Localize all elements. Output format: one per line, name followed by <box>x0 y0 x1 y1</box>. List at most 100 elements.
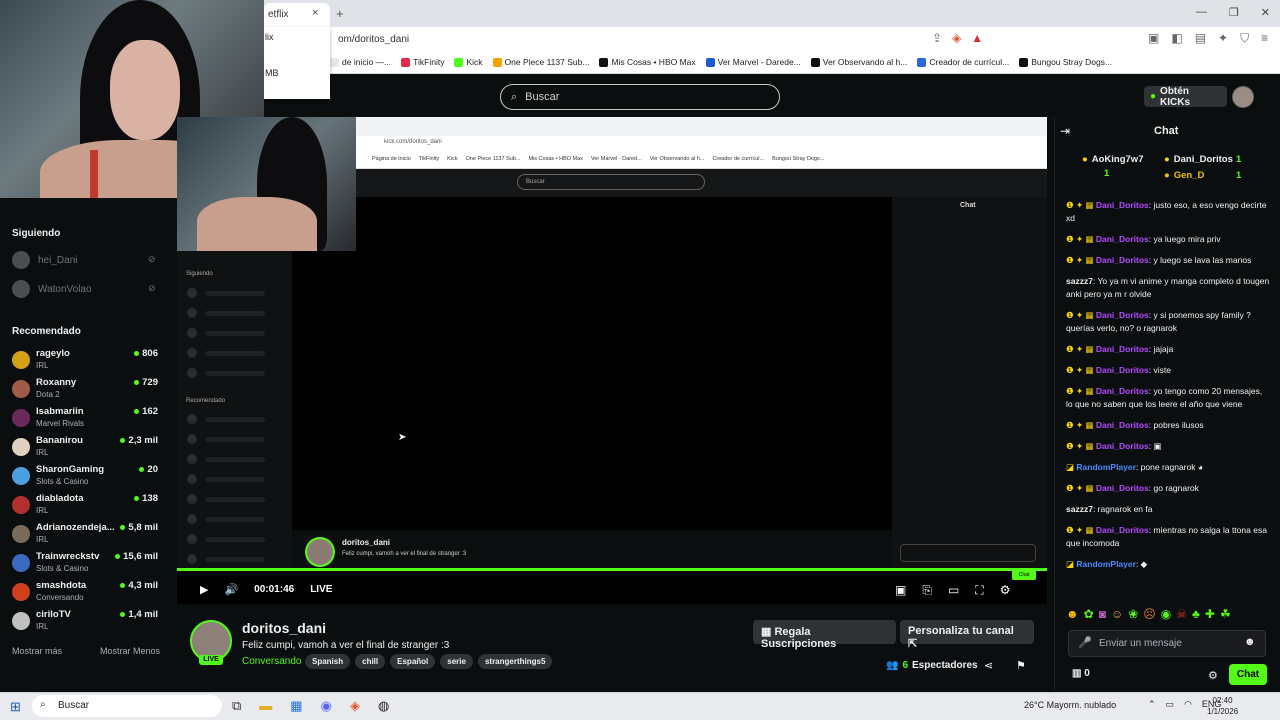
bookmark-item[interactable]: Creador de currícul... <box>917 57 1009 67</box>
chat-username[interactable]: Dani_Doritos <box>1096 525 1149 535</box>
sidebar-item-recommended[interactable]: Isabmariin Marvel Rivals 162 <box>12 406 162 435</box>
chat-username[interactable]: Dani_Doritos <box>1096 386 1149 396</box>
reader-icon[interactable]: ▣ <box>1148 31 1159 46</box>
bookmark-item[interactable]: Kick <box>454 57 483 67</box>
bookmark-item[interactable]: One Piece 1137 Sub... <box>492 57 589 67</box>
obs-icon[interactable]: ◍ <box>378 698 389 714</box>
progress-bar[interactable] <box>177 568 1047 571</box>
stream-category[interactable]: Conversando <box>242 656 301 667</box>
emoji-icon[interactable]: ☻ <box>1244 636 1256 648</box>
sidebar-item-recommended[interactable]: Adrianozendeja... IRL 5,8 mil <box>12 522 162 551</box>
chat-username[interactable]: Dani_Doritos <box>1096 310 1149 320</box>
send-chat-button[interactable]: Chat <box>1229 664 1267 685</box>
url-field[interactable]: om/doritos_dani <box>338 34 409 45</box>
bookmark-item[interactable]: TikFinity <box>401 57 444 67</box>
chat-username[interactable]: Dani_Doritos <box>1096 200 1149 210</box>
tag[interactable]: chill <box>355 654 386 669</box>
sidebar-item-following[interactable]: WatonVolao <box>12 280 92 298</box>
sidebar-item-recommended[interactable]: ciriloTV IRL 1,4 mil <box>12 609 162 638</box>
volume-icon[interactable]: 🔊 <box>224 583 238 596</box>
chat-settings-icon[interactable]: ⚙ <box>1208 669 1218 682</box>
emote-icon[interactable]: ◉ <box>1161 607 1171 621</box>
bookmark-item[interactable]: Ver Observando al h... <box>810 57 907 67</box>
emote-icon[interactable]: ☠ <box>1176 607 1187 621</box>
sidebar-item-following[interactable]: hei_Dani <box>12 251 77 269</box>
mic-icon[interactable]: 🎤 <box>1078 636 1092 649</box>
tab-close-icon[interactable]: × <box>312 7 318 19</box>
sidebar-item-recommended[interactable]: smashdota Conversando 4,3 mil <box>12 580 162 609</box>
discord-icon[interactable]: ◉ <box>321 698 332 714</box>
bookmark-item[interactable]: Bungou Stray Dogs... <box>1019 57 1112 67</box>
play-icon[interactable]: ▶ <box>200 583 208 596</box>
get-kicks-button[interactable]: ● Obtén KICKs <box>1144 86 1227 108</box>
minimize-button[interactable]: — <box>1196 6 1207 19</box>
chat-username[interactable]: sazzz7 <box>1066 276 1093 286</box>
leader-item[interactable]: ● AoKing7w7 <box>1082 154 1143 165</box>
store-icon[interactable]: ▦ <box>290 698 302 714</box>
windows-start-icon[interactable]: ⊞ <box>10 699 21 715</box>
chat-username[interactable]: Dani_Doritos <box>1096 420 1149 430</box>
sidebar-item-recommended[interactable]: Trainwreckstv Slots & Casino 15,6 mil <box>12 551 162 580</box>
sidebar-item-recommended[interactable]: Roxanny Dota 2 729 <box>12 377 162 406</box>
chat-username[interactable]: Dani_Doritos <box>1096 365 1149 375</box>
emote-icon[interactable]: ☘ <box>1220 607 1231 621</box>
wallet-icon[interactable]: ▤ <box>1195 31 1206 46</box>
tag[interactable]: Spanish <box>305 654 351 669</box>
theater-icon[interactable]: ▭ <box>948 583 959 598</box>
close-window-button[interactable]: ✕ <box>1261 6 1270 19</box>
tray-arrow-icon[interactable]: ⌃ <box>1148 699 1156 710</box>
emote-icon[interactable]: ☹ <box>1143 607 1156 621</box>
chat-username[interactable]: Dani_Doritos <box>1096 255 1149 265</box>
leader-item[interactable]: ● Dani_Doritos <box>1164 154 1233 165</box>
leader-item[interactable]: ● Gen_D <box>1164 170 1204 181</box>
emote-icon[interactable]: ✚ <box>1205 607 1215 621</box>
sidebar-item-recommended[interactable]: Bananirou IRL 2,3 mil <box>12 435 162 464</box>
emote-icon[interactable]: ☺ <box>1111 607 1123 621</box>
bookmark-item[interactable]: Ver Marvel - Daredе... <box>705 57 801 67</box>
extensions-icon[interactable]: ✦ <box>1218 31 1228 46</box>
channel-points[interactable]: ▥ 0 <box>1072 668 1090 679</box>
mod-icon[interactable]: ⚑ <box>1016 659 1026 672</box>
taskbar-search[interactable]: Buscar <box>32 695 222 717</box>
emote-icon[interactable]: ♣ <box>1192 607 1200 621</box>
sidebar-item-recommended[interactable]: rageylo IRL 806 <box>12 348 162 377</box>
chat-username[interactable]: Dani_Doritos <box>1096 441 1149 451</box>
dropdown-item[interactable]: lix <box>264 27 330 63</box>
share-icon[interactable]: ⇪ <box>932 31 942 45</box>
tag[interactable]: serie <box>440 654 473 669</box>
clip-icon[interactable]: ⎘ <box>922 583 932 598</box>
file-explorer-icon[interactable]: ▬ <box>259 698 272 714</box>
chat-username[interactable]: Dani_Doritos <box>1096 344 1149 354</box>
sidebar-item-recommended[interactable]: diabladota IRL 138 <box>12 493 162 522</box>
sidebar-icon[interactable]: ◧ <box>1171 31 1182 46</box>
browser-tab[interactable]: etflix <box>264 3 330 27</box>
dropdown-item[interactable]: MB <box>264 63 330 99</box>
maximize-button[interactable]: ❐ <box>1229 6 1239 19</box>
show-more-button[interactable]: Mostrar más <box>12 646 62 656</box>
emote-icon[interactable]: ◙ <box>1099 607 1106 621</box>
sidebar-item-recommended[interactable]: SharonGaming Slots & Casino 20 <box>12 464 162 493</box>
task-view-icon[interactable]: ⧉ <box>232 698 241 714</box>
streamer-name[interactable]: doritos_dani <box>242 620 326 636</box>
emote-icon[interactable]: ☻ <box>1066 607 1079 621</box>
tag[interactable]: Español <box>390 654 436 669</box>
gift-subs-button[interactable]: ▦ Regala Suscripciones <box>753 620 896 650</box>
settings-icon[interactable]: ⚙ <box>1000 583 1011 598</box>
chat-username[interactable]: sazzz7 <box>1066 504 1093 514</box>
chat-username[interactable]: RandomPlayer <box>1076 462 1136 472</box>
new-tab-button[interactable]: + <box>336 6 344 21</box>
clock[interactable]: 02:40 1/1/2026 <box>1207 695 1238 717</box>
customize-channel-button[interactable]: Personaliza tu canal ⇱ <box>900 620 1034 650</box>
emote-icon[interactable]: ✿ <box>1084 607 1094 621</box>
pip-icon[interactable]: ▣ <box>895 583 906 598</box>
bookmark-item[interactable]: de inicio —... <box>330 57 391 67</box>
collapse-chat-icon[interactable]: ⇥ <box>1060 124 1070 138</box>
fullscreen-icon[interactable]: ⛶ <box>975 583 983 598</box>
emote-icon[interactable]: ❀ <box>1128 607 1138 621</box>
bookmark-item[interactable]: Mis Cosas • HBO Max <box>599 57 696 67</box>
brave-shield-icon[interactable]: ◈ <box>952 31 961 45</box>
share-icon[interactable]: ⋖ <box>984 659 993 672</box>
chat-username[interactable]: Dani_Doritos <box>1096 234 1149 244</box>
search-input[interactable]: ⌕ Buscar <box>500 84 780 110</box>
weather-widget[interactable]: 26°C Mayorm. nublado <box>1024 700 1116 710</box>
